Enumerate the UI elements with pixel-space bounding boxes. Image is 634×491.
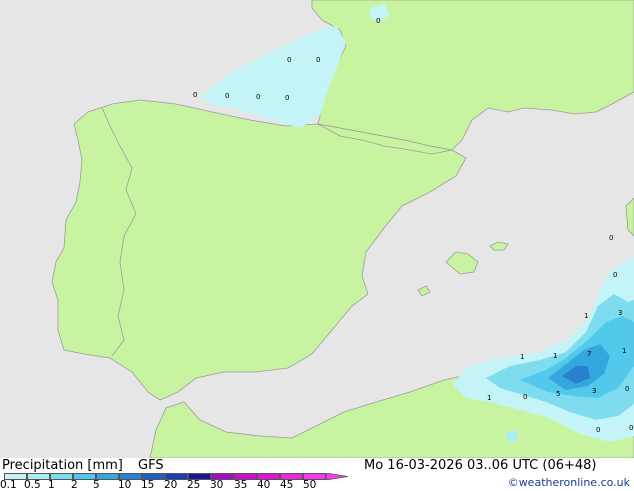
precip-label: 0: [625, 385, 629, 393]
precip-label: 0: [609, 234, 613, 242]
precip-label: 0: [376, 17, 380, 25]
precip-label: 0: [523, 393, 527, 401]
credit-text: ©weatheronline.co.uk: [507, 476, 630, 489]
legend-tick-label: 15: [141, 479, 155, 491]
legend-tick-label: 40: [257, 479, 271, 491]
legend-tick-label: 1: [48, 479, 55, 491]
precipitation-map: 0 0 0 0 0 0 0 0 0 1 3 1 1 7 1 1 0 5 3 0 …: [0, 0, 634, 458]
forecast-datetime: Mo 16-03-2026 03..06 UTC (06+48): [364, 458, 597, 473]
legend-tick-label: 0.5: [24, 479, 41, 491]
precip-label: 0: [287, 56, 291, 64]
precip-label: 1: [520, 353, 524, 361]
precip-label: 3: [618, 309, 622, 317]
precip-area-south: [506, 430, 518, 442]
precip-label: 0: [256, 93, 260, 101]
precip-label: 1: [487, 394, 491, 402]
legend-tick-label: 10: [118, 479, 132, 491]
precip-label: 0: [613, 271, 617, 279]
legend-tick-label: 20: [164, 479, 178, 491]
map-footer: Precipitation [mm] GFS Mo 16-03-2026 03.…: [0, 458, 634, 491]
legend-tick-label: 0.1: [0, 479, 17, 491]
precip-label: 1: [553, 352, 557, 360]
legend-tick-label: 45: [280, 479, 294, 491]
precip-legend-ticks: 0.1 0.5 1 2 5 10 15 20 25 30 35 40 45 50: [0, 479, 340, 491]
precip-label: 5: [556, 390, 560, 398]
precip-label: 7: [587, 350, 591, 358]
legend-tick-label: 5: [93, 479, 100, 491]
legend-tick-label: 50: [303, 479, 317, 491]
legend-tick-label: 35: [234, 479, 248, 491]
precip-label: 0: [285, 94, 289, 102]
precip-label: 3: [592, 387, 596, 395]
precip-label: 0: [193, 91, 197, 99]
model-name: GFS: [138, 458, 164, 473]
map-title: Precipitation [mm]: [2, 458, 123, 473]
legend-tick-label: 30: [210, 479, 224, 491]
precip-label: 0: [316, 56, 320, 64]
legend-tick-label: 25: [187, 479, 201, 491]
precip-label: 0: [225, 92, 229, 100]
legend-tick-label: 2: [71, 479, 78, 491]
precip-label: 0: [596, 426, 600, 434]
precip-label: 1: [584, 312, 588, 320]
precip-label: 0: [629, 424, 633, 432]
precip-label: 1: [622, 347, 626, 355]
